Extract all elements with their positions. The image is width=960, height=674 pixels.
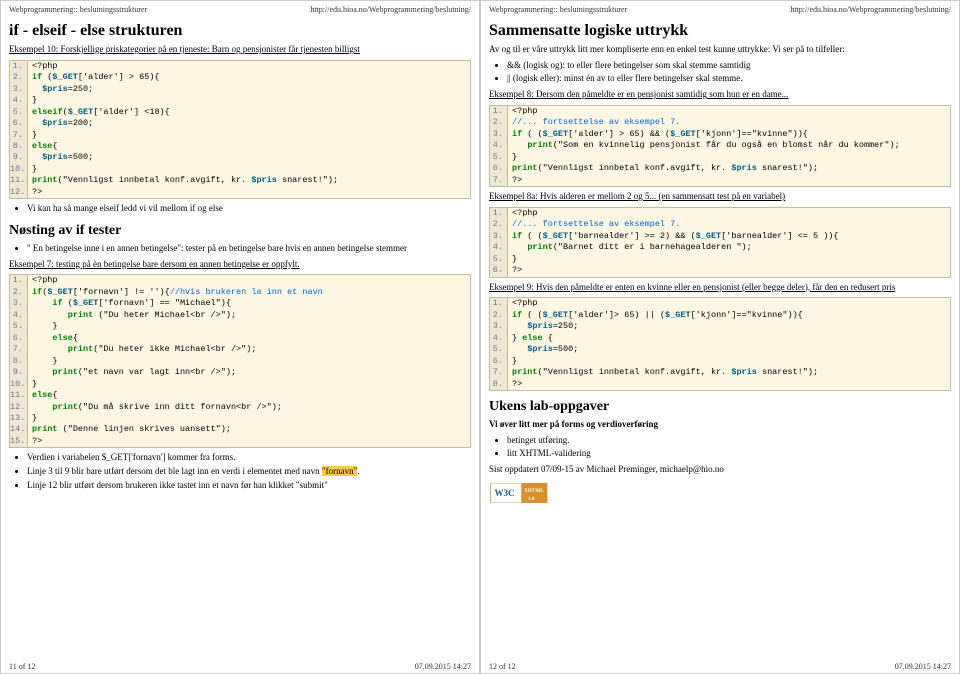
note-line-12: Linje 12 blir utført dersom brukeren ikk…: [27, 480, 471, 492]
code-example-8a: 1.<?php2.//... fortsettelse av eksempel …: [489, 207, 951, 278]
lab-bullet-2: litt XHTML-validering: [507, 448, 951, 460]
footer-right: 12 of 12 07.09.2015 14:27: [489, 662, 951, 671]
svg-text:XHTML: XHTML: [524, 488, 544, 494]
note-lines-3-9: Linje 3 til 9 blir bare utført dersom de…: [27, 466, 471, 478]
example-9-title: Eksempel 9: Hvis den påmeldte er enten e…: [489, 282, 951, 294]
w3c-xhtml-badge[interactable]: W3C XHTML1.0: [489, 483, 549, 506]
code-example-10: 1.<?php2.if ($_GET['alder'] > 65){3. $pr…: [9, 60, 471, 200]
page-right: Webprogrammering:: beslutningsstrukturer…: [480, 0, 960, 674]
header-left: Webprogrammering:: beslutningsstrukturer…: [9, 5, 471, 14]
code-example-8: 1.<?php2.//... fortsettelse av eksempel …: [489, 105, 951, 187]
note-elseif: Vi kan ha så mange elseif ledd vi vil me…: [27, 203, 471, 215]
code-example-7: 1.<?php2.if($_GET['fornavn'] != ''){//hv…: [9, 274, 471, 448]
header-url: http://edu.hioa.no/Webprogrammering/besl…: [310, 5, 471, 14]
bullet-and: && (logisk og): to eller flere betingels…: [507, 60, 951, 72]
heading-logical: Sammensatte logiske uttrykk: [489, 22, 951, 40]
svg-text:W3C: W3C: [494, 488, 514, 498]
example-8a-title: Eksempel 8a: Hvis alderen er mellom 2 og…: [489, 191, 951, 203]
timestamp: 07.09.2015 14:27: [415, 662, 471, 671]
timestamp: 07.09.2015 14:27: [895, 662, 951, 671]
page-number: 11 of 12: [9, 662, 35, 671]
heading-lab: Ukens lab-oppgaver: [489, 399, 951, 415]
page-left: Webprogrammering:: beslutningsstrukturer…: [0, 0, 480, 674]
example-8-title: Eksempel 8: Dersom den påmeldte er en pe…: [489, 89, 951, 101]
heading-if-elseif: if - elseif - else strukturen: [9, 22, 471, 40]
last-updated: Sist oppdatert 07/09-15 av Michael Premi…: [489, 464, 951, 476]
heading-nesting: Nøsting av if tester: [9, 223, 471, 239]
page-number: 12 of 12: [489, 662, 516, 671]
header-title: Webprogrammering:: beslutningsstrukturer: [9, 5, 147, 14]
note-forms: Verdien i variabelen $_GET['fornavn'] ko…: [27, 452, 471, 464]
lab-bullet-1: betinget utføring.: [507, 435, 951, 447]
header-url: http://edu.hioa.no/Webprogrammering/besl…: [790, 5, 951, 14]
bullet-or: || (logisk eller): minst én av to eller …: [507, 73, 951, 85]
highlight-fornavn: "fornavn": [322, 466, 357, 476]
example-7-title: Eksempel 7: testing på èn betingelse bar…: [9, 259, 471, 271]
example-10-title: Eksempel 10: Forskjellige priskategorier…: [9, 44, 471, 56]
page-spread: Webprogrammering:: beslutningsstrukturer…: [0, 0, 960, 674]
nesting-bullet: " En betingelse inne i en annen betingel…: [27, 243, 471, 255]
header-right: Webprogrammering:: beslutningsstrukturer…: [489, 5, 951, 14]
lab-intro: Vi øver litt mer på forms og verdioverfø…: [489, 419, 951, 431]
svg-text:1.0: 1.0: [528, 495, 535, 501]
header-title: Webprogrammering:: beslutningsstrukturer: [489, 5, 627, 14]
intro-logical: Av og til er våre uttrykk litt mer kompl…: [489, 44, 951, 56]
footer-left: 11 of 12 07.09.2015 14:27: [9, 662, 471, 671]
code-example-9: 1.<?php2.if ( ($_GET['alder']> 65) || ($…: [489, 297, 951, 391]
